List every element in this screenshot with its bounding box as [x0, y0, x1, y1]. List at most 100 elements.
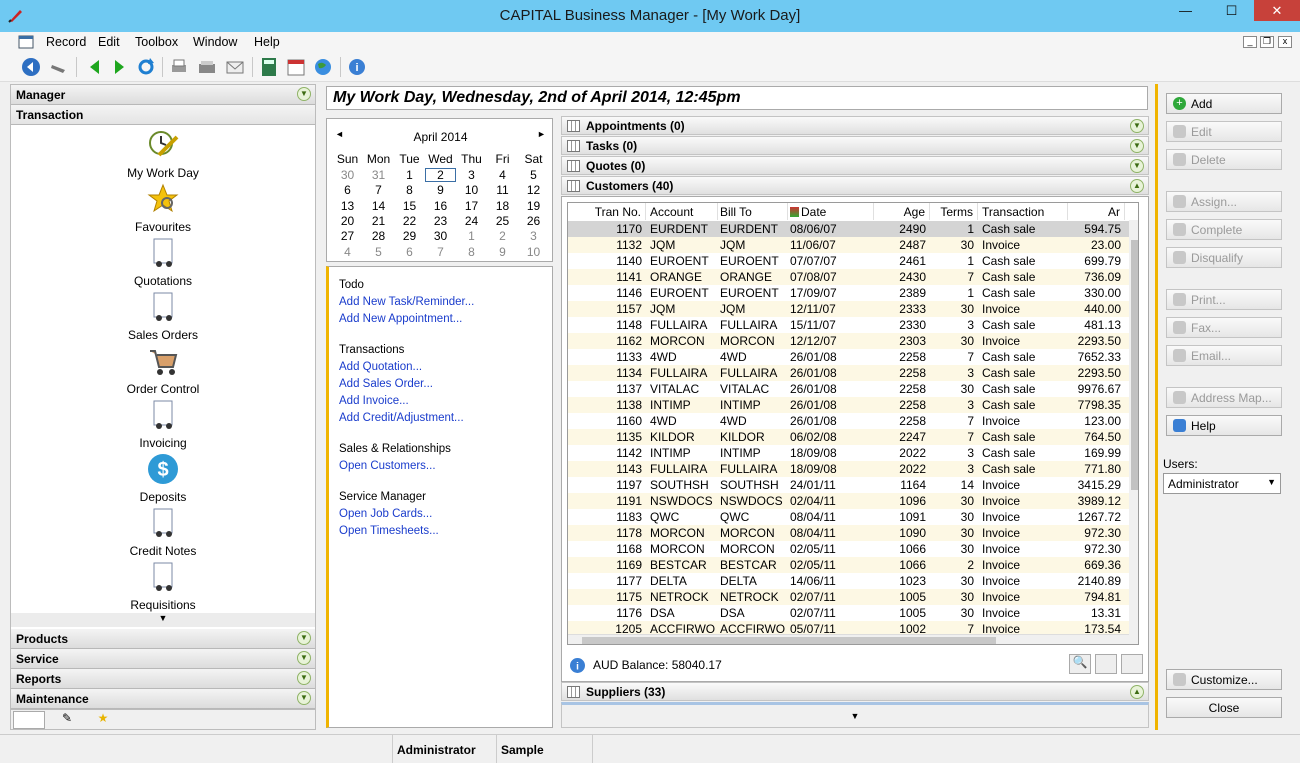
menu-help[interactable]: Help — [254, 35, 280, 49]
calendar-day[interactable]: 19 — [518, 199, 549, 213]
vertical-scrollbar[interactable] — [1129, 220, 1138, 644]
expand-icon[interactable]: ▼ — [297, 87, 311, 101]
table-row[interactable]: 1160 4WD 4WD 26/01/08 2258 7 Invoice 123.00 — [568, 413, 1129, 429]
calendar-day[interactable]: 31 — [363, 168, 394, 182]
print-button[interactable]: Print... — [1166, 289, 1282, 310]
address-map-button[interactable]: Address Map... — [1166, 387, 1282, 408]
info-icon[interactable]: i — [346, 56, 368, 78]
next-month-icon[interactable]: ► — [537, 129, 546, 139]
edit-button[interactable]: Edit — [1166, 121, 1282, 142]
calendar-day[interactable]: 8 — [394, 183, 425, 197]
todo-link[interactable]: Open Job Cards... — [339, 508, 432, 520]
collapse-icon[interactable]: ▲ — [1130, 685, 1144, 699]
next-icon[interactable] — [108, 56, 130, 78]
calendar-day[interactable]: 1 — [456, 229, 487, 243]
previous-icon[interactable] — [84, 56, 106, 78]
calendar-day[interactable]: 14 — [363, 199, 394, 213]
table-row[interactable]: 1137 VITALAC VITALAC 26/01/08 2258 30 Cash sal… — [568, 381, 1129, 397]
search-icon[interactable]: 🔍 — [1069, 654, 1091, 674]
table-row[interactable]: 1135 KILDOR KILDOR 06/02/08 2247 7 Cash sale 76… — [568, 429, 1129, 445]
calendar-day[interactable]: 30 — [332, 168, 363, 182]
calculator-icon[interactable] — [258, 56, 280, 78]
calendar-day[interactable]: 9 — [487, 245, 518, 259]
minimize-button[interactable]: — — [1163, 0, 1208, 21]
table-row[interactable]: 1141 ORANGE ORANGE 07/08/07 2430 7 Cash sale 73… — [568, 269, 1129, 285]
calendar-day[interactable]: 9 — [425, 183, 456, 197]
menu-window[interactable]: Window — [193, 35, 237, 49]
assign-button[interactable]: Assign... — [1166, 191, 1282, 212]
maximize-button[interactable]: ☐ — [1209, 0, 1254, 21]
calendar-day[interactable]: 25 — [487, 214, 518, 228]
calendar-day[interactable]: 6 — [394, 245, 425, 259]
menu-edit[interactable]: Edit — [98, 35, 120, 49]
calendar-day[interactable]: 8 — [456, 245, 487, 259]
table-row[interactable]: 1170 EURDENT EURDENT 08/06/07 2490 1 Cash sale… — [568, 221, 1129, 237]
calendar-day[interactable]: 15 — [394, 199, 425, 213]
disqualify-button[interactable]: Disqualify — [1166, 247, 1282, 268]
calendar-day[interactable]: 16 — [425, 199, 456, 213]
email-button[interactable]: Email... — [1166, 345, 1282, 366]
nav-favourites[interactable]: Favourites — [11, 183, 315, 234]
table-row[interactable]: 1169 BESTCAR BESTCAR 02/05/11 1066 2 Invoice 66… — [568, 557, 1129, 573]
calendar-day[interactable]: 23 — [425, 214, 456, 228]
customize-button[interactable]: Customize... — [1166, 669, 1282, 690]
calendar-day[interactable]: 27 — [332, 229, 363, 243]
table-row[interactable]: 1133 4WD 4WD 26/01/08 2258 7 Cash sale 7652.33 — [568, 349, 1129, 365]
table-row[interactable]: 1176 DSA DSA 02/07/11 1005 30 Invoice 13.31 — [568, 605, 1129, 621]
calendar-day[interactable]: 10 — [518, 245, 549, 259]
expand-icon[interactable]: ▼ — [297, 671, 311, 685]
table-row[interactable]: 1177 DELTA DELTA 14/06/11 1023 30 Invoice 2140.… — [568, 573, 1129, 589]
mdi-close-button[interactable]: x — [1278, 36, 1292, 48]
mdi-restore-button[interactable]: ❐ — [1260, 36, 1274, 48]
table-row[interactable]: 1138 INTIMP INTIMP 26/01/08 2258 3 Cash sale 77… — [568, 397, 1129, 413]
column-header[interactable]: Date — [788, 203, 874, 220]
users-select[interactable]: Administrator ▼ — [1163, 473, 1281, 494]
collapse-icon[interactable]: ▲ — [1130, 179, 1144, 193]
table-row[interactable]: 1178 MORCON MORCON 08/04/11 1090 30 Invoice 972… — [568, 525, 1129, 541]
calendar-day[interactable]: 21 — [363, 214, 394, 228]
scroll-thumb[interactable] — [1131, 240, 1138, 490]
scroll-down-icon[interactable]: ▼ — [11, 613, 315, 627]
nav-sales-orders[interactable]: Sales Orders — [11, 291, 315, 342]
calendar-day[interactable]: 7 — [363, 183, 394, 197]
todo-link[interactable]: Open Customers... — [339, 460, 436, 472]
section-appointments[interactable]: Appointments (0) ▼ — [561, 116, 1149, 135]
todo-link[interactable]: Add Invoice... — [339, 395, 409, 407]
add-button[interactable]: + Add — [1166, 93, 1282, 114]
calendar-day[interactable]: 6 — [332, 183, 363, 197]
nav-invoicing[interactable]: Invoicing — [11, 399, 315, 450]
document-menu-icon[interactable] — [18, 35, 34, 49]
table-row[interactable]: 1140 EUROENT EUROENT 07/07/07 2461 1 Cash sale… — [568, 253, 1129, 269]
fax-button[interactable]: Fax... — [1166, 317, 1282, 338]
table-row[interactable]: 1148 FULLAIRA FULLAIRA 15/11/07 2330 3 Cash sa… — [568, 317, 1129, 333]
calendar-day[interactable]: 4 — [332, 245, 363, 259]
expand-icon[interactable]: ▼ — [297, 651, 311, 665]
close-window-button[interactable]: ✕ — [1254, 0, 1300, 21]
todo-link[interactable]: Open Timesheets... — [339, 525, 439, 537]
todo-link[interactable]: Add Credit/Adjustment... — [339, 412, 464, 424]
calendar-day[interactable]: 10 — [456, 183, 487, 197]
section-suppliers[interactable]: Suppliers (33) ▲ — [561, 682, 1149, 701]
table-row[interactable]: 1146 EUROENT EUROENT 17/09/07 2389 1 Cash sale… — [568, 285, 1129, 301]
calendar-day[interactable]: 26 — [518, 214, 549, 228]
calendar-day[interactable]: 11 — [487, 183, 518, 197]
mdi-minimize-button[interactable]: _ — [1243, 36, 1257, 48]
todo-link[interactable]: Add Sales Order... — [339, 378, 433, 390]
calendar-icon[interactable] — [285, 56, 307, 78]
table-row[interactable]: 1134 FULLAIRA FULLAIRA 26/01/08 2258 3 Cash sa… — [568, 365, 1129, 381]
column-header[interactable]: Tran No. — [568, 203, 646, 220]
table-row[interactable]: 1157 JQM JQM 12/11/07 2333 30 Invoice 440.00 — [568, 301, 1129, 317]
close-button[interactable]: Close — [1166, 697, 1282, 718]
nav-credit-notes[interactable]: Credit Notes — [11, 507, 315, 558]
tab-favourites-icon[interactable]: ★ — [87, 711, 119, 729]
calendar-day[interactable]: 1 — [394, 168, 425, 182]
column-header[interactable]: Bill To — [718, 203, 788, 220]
section-reports[interactable]: Reports ▼ — [11, 669, 315, 689]
back-icon[interactable] — [20, 56, 42, 78]
complete-button[interactable]: Complete — [1166, 219, 1282, 240]
scroll-down-icon[interactable]: ▼ — [561, 702, 1149, 728]
section-service[interactable]: Service ▼ — [11, 649, 315, 669]
section-customers[interactable]: Customers (40) ▲ — [561, 176, 1149, 195]
print-icon[interactable] — [168, 56, 190, 78]
expand-icon[interactable]: ▼ — [297, 631, 311, 645]
